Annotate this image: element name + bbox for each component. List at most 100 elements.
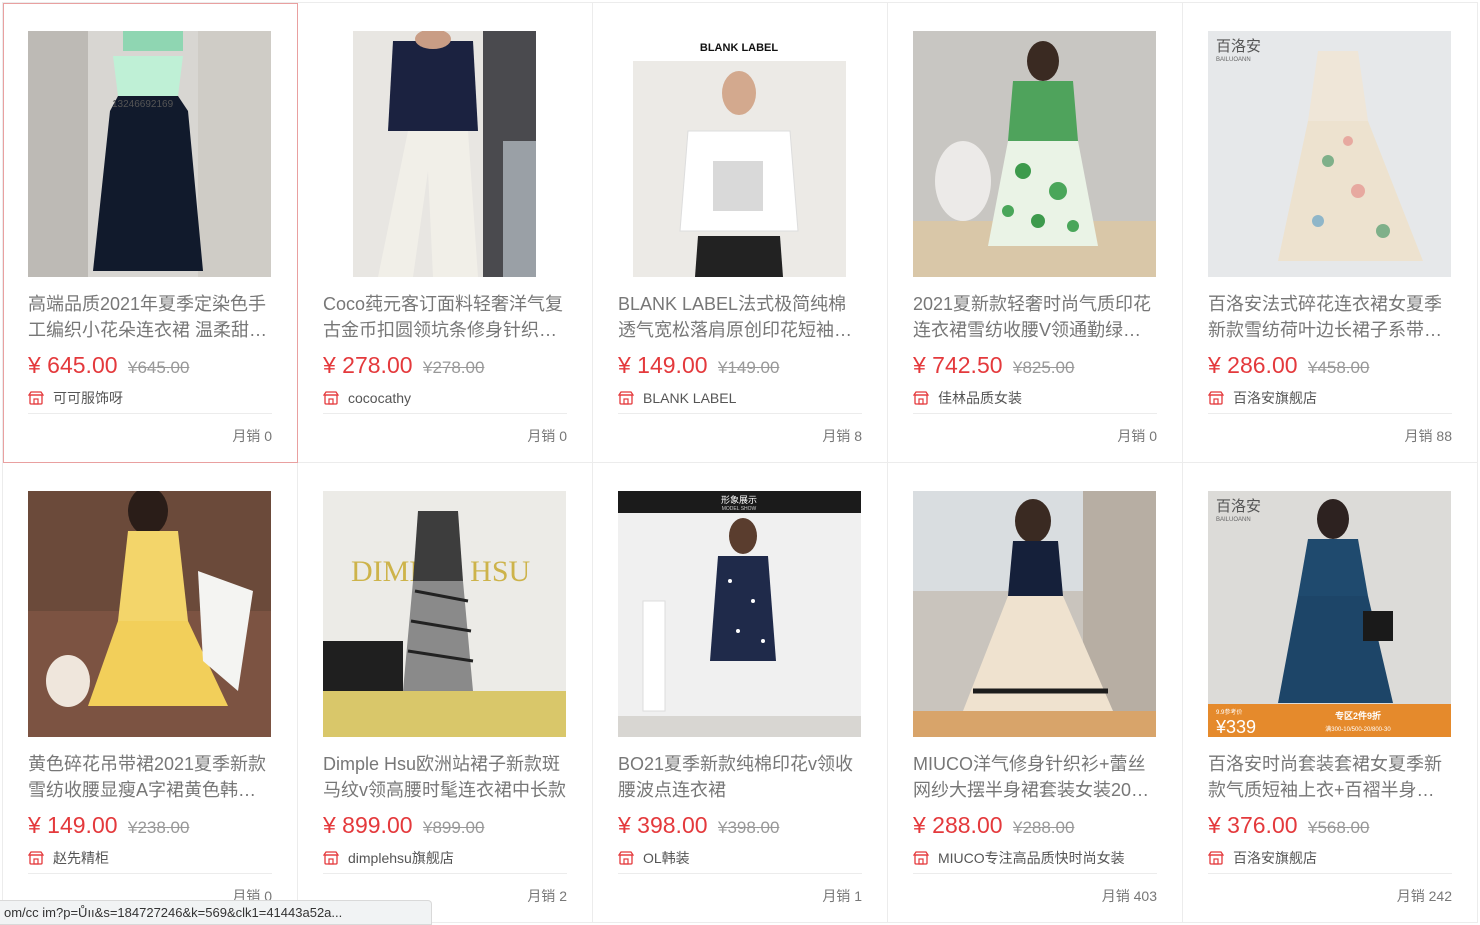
shop-row[interactable]: dimplehsu旗舰店 bbox=[323, 848, 567, 874]
product-title[interactable]: 百洛安时尚套装套裙女夏季新款气质短袖上衣+百褶半身长裙 bbox=[1208, 751, 1452, 803]
monthly-sales: 月销 8 bbox=[822, 428, 862, 444]
shop-row[interactable]: MIUCO专注高品质快时尚女装 bbox=[913, 848, 1157, 874]
shop-name[interactable]: 百洛安旗舰店 bbox=[1233, 848, 1317, 868]
product-image[interactable]: 13246692169 bbox=[28, 31, 271, 277]
shop-name[interactable]: OL韩装 bbox=[643, 848, 690, 868]
product-card[interactable]: 百洛安 BAILUOANN 百洛安法式碎花连衣裙女夏季新款雪纺荷叶边长裙子系带收… bbox=[1183, 3, 1478, 463]
shop-row[interactable]: cococathy bbox=[323, 388, 567, 414]
original-price: ¥288.00 bbox=[1012, 818, 1075, 837]
product-image[interactable]: 形象展示 MODEL SHOW bbox=[618, 491, 861, 737]
product-image[interactable]: DIMPLE HSU bbox=[323, 491, 566, 737]
shop-row[interactable]: 百洛安旗舰店 bbox=[1208, 848, 1452, 874]
original-price: ¥149.00 bbox=[717, 358, 780, 377]
original-price: ¥825.00 bbox=[1012, 358, 1075, 377]
product-title[interactable]: 高端品质2021年夏季定染色手工编织小花朵连衣裙 温柔甜美洋气显瘦 bbox=[28, 291, 272, 343]
product-image[interactable] bbox=[353, 31, 536, 277]
price-row: ¥ 742.50 ¥825.00 bbox=[913, 352, 1157, 382]
product-image[interactable] bbox=[913, 31, 1156, 277]
banner-price: ¥339 bbox=[1215, 717, 1256, 737]
product-price: ¥ 398.00 bbox=[618, 812, 708, 838]
shop-row[interactable]: 百洛安旗舰店 bbox=[1208, 388, 1452, 414]
product-image[interactable]: 百洛安 BAILUOANN 9.9参考价 ¥339 专区2件9折 满300-10… bbox=[1208, 491, 1451, 737]
monthly-sales: 月销 242 bbox=[1396, 888, 1452, 904]
product-card[interactable]: BLANK LABEL BLANK LABEL法式极简纯棉透气宽松落肩原创印花短… bbox=[593, 3, 888, 463]
banner-promo: 专区2件9折 bbox=[1335, 710, 1381, 721]
shop-icon bbox=[323, 850, 339, 865]
original-price: ¥238.00 bbox=[127, 818, 190, 837]
shop-name[interactable]: 百洛安旗舰店 bbox=[1233, 388, 1317, 408]
price-row: ¥ 645.00 ¥645.00 bbox=[28, 352, 272, 382]
shop-row[interactable]: 赵先精柜 bbox=[28, 848, 272, 874]
shop-icon bbox=[1208, 850, 1224, 865]
original-price: ¥899.00 bbox=[422, 818, 485, 837]
price-row: ¥ 376.00 ¥568.00 bbox=[1208, 812, 1452, 842]
original-price: ¥398.00 bbox=[717, 818, 780, 837]
product-title[interactable]: Coco莼元客订面料轻奢洋气复古金币扣圆领坑条修身针织上衣 bbox=[323, 291, 567, 343]
product-image[interactable] bbox=[913, 491, 1156, 737]
banner-small: 9.9参考价 bbox=[1216, 708, 1242, 716]
product-price: ¥ 288.00 bbox=[913, 812, 1003, 838]
shop-icon bbox=[618, 390, 634, 405]
product-title[interactable]: MIUCO洋气修身针织衫+蕾丝网纱大摆半身裙套装女装2021夏季 bbox=[913, 751, 1157, 803]
product-title[interactable]: 2021夏新款轻奢时尚气质印花连衣裙雪纺收腰V领通勤绿色长裙 bbox=[913, 291, 1157, 343]
product-card[interactable]: Coco莼元客订面料轻奢洋气复古金币扣圆领坑条修身针织上衣 ¥ 278.00 ¥… bbox=[298, 3, 593, 463]
browser-status-bar: om/cc im?p=Ůıı&s=184727246&k=569&clk1=41… bbox=[0, 900, 432, 925]
product-price: ¥ 645.00 bbox=[28, 352, 118, 378]
shop-row[interactable]: 可可服饰呀 bbox=[28, 388, 272, 414]
image-watermark: 13246692169 bbox=[112, 99, 174, 110]
monthly-sales: 月销 0 bbox=[232, 428, 272, 444]
product-card[interactable]: DIMPLE HSU Dimple Hsu欧洲站裙子新款斑马纹v领高腰时髦连衣裙… bbox=[298, 463, 593, 923]
product-title[interactable]: BLANK LABEL法式极简纯棉透气宽松落肩原创印花短袖白色T恤 bbox=[618, 291, 862, 343]
original-price: ¥278.00 bbox=[422, 358, 485, 377]
shop-name[interactable]: BLANK LABEL bbox=[643, 390, 736, 406]
monthly-sales: 月销 0 bbox=[527, 428, 567, 444]
product-title[interactable]: 百洛安法式碎花连衣裙女夏季新款雪纺荷叶边长裙子系带收腰 bbox=[1208, 291, 1452, 343]
shop-icon bbox=[1208, 390, 1224, 405]
shop-row[interactable]: 佳林品质女装 bbox=[913, 388, 1157, 414]
product-title[interactable]: 黄色碎花吊带裙2021夏季新款雪纺收腰显瘦A字裙黄色韩版短裙 bbox=[28, 751, 272, 803]
product-title[interactable]: Dimple Hsu欧洲站裙子新款斑马纹v领高腰时髦连衣裙中长款 bbox=[323, 751, 567, 803]
brand-logo: 百洛安 bbox=[1216, 38, 1261, 55]
product-card[interactable]: 黄色碎花吊带裙2021夏季新款雪纺收腰显瘦A字裙黄色韩版短裙 ¥ 149.00 … bbox=[3, 463, 298, 923]
shop-name[interactable]: MIUCO专注高品质快时尚女装 bbox=[938, 848, 1125, 868]
monthly-sales: 月销 88 bbox=[1404, 428, 1452, 444]
product-card[interactable]: MIUCO洋气修身针织衫+蕾丝网纱大摆半身裙套装女装2021夏季 ¥ 288.0… bbox=[888, 463, 1183, 923]
shop-icon bbox=[28, 850, 44, 865]
product-price: ¥ 742.50 bbox=[913, 352, 1003, 378]
product-card[interactable]: 形象展示 MODEL SHOW BO21夏季新款纯棉印花v领收腰波点连衣裙 ¥ … bbox=[593, 463, 888, 923]
product-grid: 13246692169 高端品质2021年夏季定染色手工编织小花朵连衣裙 温柔甜… bbox=[2, 2, 1478, 925]
banner-subtitle: MODEL SHOW bbox=[722, 506, 757, 512]
shop-icon bbox=[913, 390, 929, 405]
product-title[interactable]: BO21夏季新款纯棉印花v领收腰波点连衣裙 bbox=[618, 751, 862, 803]
product-price: ¥ 149.00 bbox=[618, 352, 708, 378]
price-row: ¥ 288.00 ¥288.00 bbox=[913, 812, 1157, 842]
product-image[interactable]: 百洛安 BAILUOANN bbox=[1208, 31, 1451, 277]
shop-row[interactable]: BLANK LABEL bbox=[618, 388, 862, 414]
shop-icon bbox=[323, 390, 339, 405]
product-image[interactable]: BLANK LABEL bbox=[618, 31, 861, 277]
shop-name[interactable]: dimplehsu旗舰店 bbox=[348, 848, 454, 868]
product-price: ¥ 278.00 bbox=[323, 352, 413, 378]
shop-icon bbox=[618, 850, 634, 865]
shop-icon bbox=[913, 850, 929, 865]
product-image[interactable] bbox=[28, 491, 271, 737]
banner-detail: 满300-10/500-20/800-30 bbox=[1325, 725, 1391, 733]
product-card[interactable]: 百洛安 BAILUOANN 9.9参考价 ¥339 专区2件9折 满300-10… bbox=[1183, 463, 1478, 923]
price-row: ¥ 899.00 ¥899.00 bbox=[323, 812, 567, 842]
monthly-sales: 月销 1 bbox=[822, 888, 862, 904]
shop-name[interactable]: 佳林品质女装 bbox=[938, 388, 1022, 408]
product-card[interactable]: 2021夏新款轻奢时尚气质印花连衣裙雪纺收腰V领通勤绿色长裙 ¥ 742.50 … bbox=[888, 3, 1183, 463]
product-price: ¥ 899.00 bbox=[323, 812, 413, 838]
brand-logo: 百洛安 bbox=[1216, 498, 1261, 515]
shop-icon bbox=[28, 390, 44, 405]
shop-row[interactable]: OL韩装 bbox=[618, 848, 862, 874]
shop-name[interactable]: cococathy bbox=[348, 390, 411, 406]
shop-name[interactable]: 可可服饰呀 bbox=[53, 388, 123, 408]
shop-name[interactable]: 赵先精柜 bbox=[53, 848, 109, 868]
product-price: ¥ 149.00 bbox=[28, 812, 118, 838]
price-row: ¥ 278.00 ¥278.00 bbox=[323, 352, 567, 382]
product-card[interactable]: 13246692169 高端品质2021年夏季定染色手工编织小花朵连衣裙 温柔甜… bbox=[3, 3, 298, 463]
original-price: ¥645.00 bbox=[127, 358, 190, 377]
price-row: ¥ 149.00 ¥238.00 bbox=[28, 812, 272, 842]
price-row: ¥ 286.00 ¥458.00 bbox=[1208, 352, 1452, 382]
